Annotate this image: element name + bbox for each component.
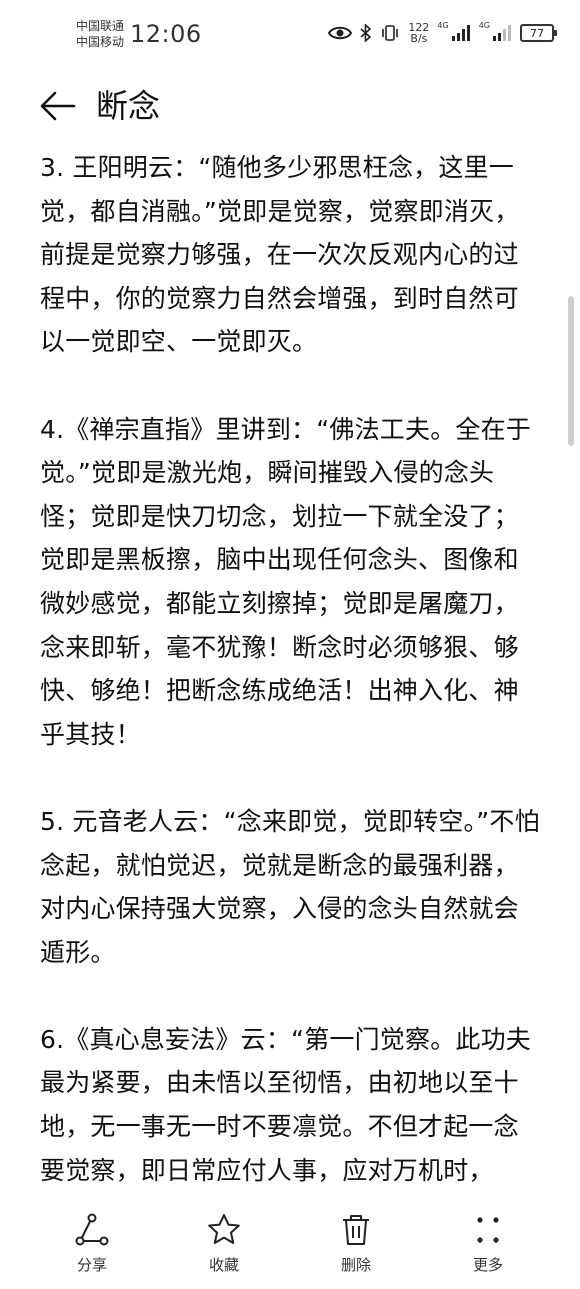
eye-icon	[328, 26, 353, 40]
status-time: 12:06	[130, 20, 202, 48]
network-speed: 122 B/s	[408, 22, 429, 44]
app-header: 断念	[0, 70, 580, 142]
arrow-left-icon	[40, 91, 76, 121]
share-label: 分享	[76, 1256, 107, 1274]
delete-button[interactable]: 删除	[306, 1212, 406, 1275]
share-button[interactable]: 分享	[42, 1212, 142, 1275]
share-icon	[75, 1213, 109, 1246]
paragraph-4: 4.《禅宗直指》里讲到：“佛法工夫。全在于觉。”觉即是激光炮，瞬间摧毁入侵的念头…	[40, 414, 532, 749]
bottom-toolbar: 分享 收藏 删除 更多	[0, 1200, 580, 1289]
more-dots-icon	[477, 1217, 499, 1243]
signal-1-icon	[451, 25, 470, 41]
note-content[interactable]: 3. 王阳明云：“随他多少邪思枉念，这里一觉，都自消融。”觉即是觉察，觉察即消灭…	[40, 146, 540, 1192]
more-label: 更多	[472, 1256, 503, 1274]
bluetooth-icon	[360, 24, 372, 42]
paragraph-6: 6.《真心息妄法》云：“第一门觉察。此功夫最为紧要，由未悟以至彻悟，由初地以至十…	[40, 1024, 532, 1185]
status-bar: 中国联通 中国移动 12:06 122 B/s 4G 4G 77	[0, 0, 580, 70]
carrier-1: 中国联通	[76, 19, 125, 33]
network-speed-unit: B/s	[410, 32, 428, 45]
more-button[interactable]: 更多	[438, 1212, 538, 1275]
star-icon	[208, 1214, 240, 1244]
favorite-button[interactable]: 收藏	[174, 1212, 274, 1275]
paragraph-3: 3. 王阳明云：“随他多少邪思枉念，这里一觉，都自消融。”觉即是觉察，觉察即消灭…	[40, 153, 520, 357]
trash-icon	[343, 1215, 369, 1245]
signal-1-label: 4G	[437, 20, 449, 30]
favorite-label: 收藏	[208, 1256, 239, 1274]
battery-level: 77	[530, 26, 544, 40]
vibrate-icon	[382, 25, 399, 41]
scrollbar[interactable]	[568, 296, 574, 446]
back-button[interactable]	[36, 84, 80, 128]
page-title: 断念	[96, 87, 161, 125]
delete-label: 删除	[340, 1256, 371, 1274]
carrier-info: 中国联通 中国移动	[76, 18, 124, 50]
battery-icon: 77	[520, 24, 557, 42]
signal-2-label: 4G	[478, 20, 490, 30]
signal-2-icon	[493, 25, 511, 41]
paragraph-5: 5. 元音老人云：“念来即觉，觉即转空。”不怕念起，就怕觉迟，觉就是断念的最强利…	[40, 806, 540, 967]
status-icons: 122 B/s 4G 4G 77	[328, 20, 557, 44]
carrier-2: 中国移动	[76, 35, 125, 49]
